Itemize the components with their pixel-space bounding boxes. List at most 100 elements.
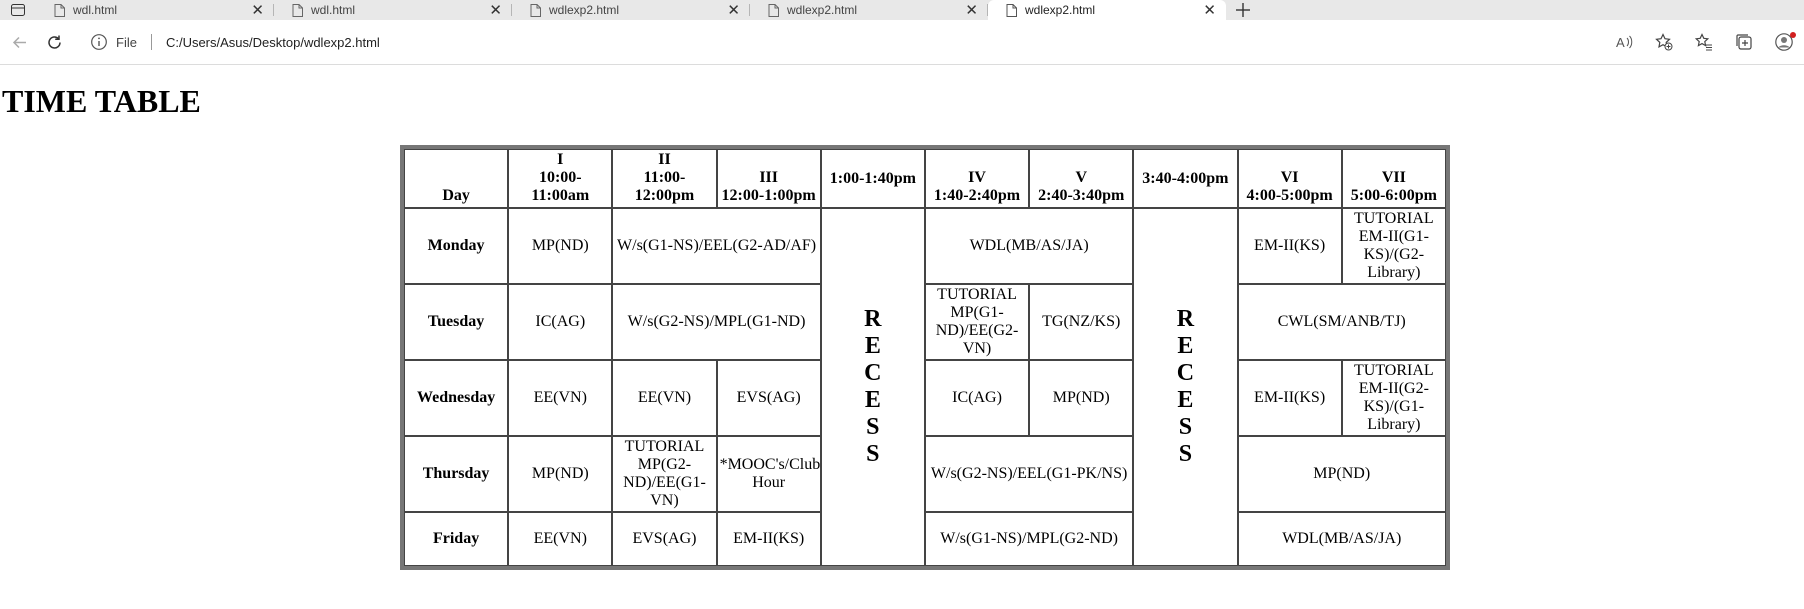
- back-arrow-icon: [12, 36, 26, 48]
- period-number: V: [1075, 169, 1087, 186]
- lecture-cell: W/s(G1-NS)/MPL(G2-ND): [924, 512, 1134, 566]
- back-button[interactable]: [3, 26, 35, 58]
- url-field[interactable]: File C:/Users/Asus/Desktop/wdlexp2.html: [90, 27, 380, 57]
- day-cell: Wednesday: [404, 360, 509, 436]
- lecture-cell: EVS(AG): [716, 360, 821, 436]
- close-tab-icon[interactable]: ✕: [1203, 3, 1216, 18]
- lecture-cell: EM-II(KS): [1237, 360, 1342, 436]
- tab-label: wdlexp2.html: [549, 3, 620, 17]
- close-tab-icon[interactable]: ✕: [251, 3, 264, 18]
- notification-dot: [1790, 32, 1796, 38]
- header-row: Day I 10:00-11:00am II 11:00-12:00pm III 12…: [404, 149, 1446, 208]
- url-text[interactable]: C:/Users/Asus/Desktop/wdlexp2.html: [166, 35, 380, 50]
- lecture-cell: TUTORIAL EM-II(G2-KS)/(G1-Library): [1341, 360, 1446, 436]
- period-time: 12:00-1:00pm: [721, 187, 816, 204]
- lecture-cell: EM-II(KS): [716, 512, 821, 566]
- day-cell: Thursday: [404, 436, 509, 512]
- header-break-2: 3:40-4:00pm: [1133, 149, 1238, 208]
- header-period-1: I 10:00-11:00am: [508, 149, 613, 208]
- header-period-5: V 2:40-3:40pm: [1029, 149, 1134, 208]
- lecture-cell: EVS(AG): [612, 512, 717, 566]
- close-tab-icon[interactable]: ✕: [727, 3, 740, 18]
- header-period-2: II 11:00-12:00pm: [612, 149, 717, 208]
- recess-label: RECESS: [864, 306, 882, 467]
- tab-label: wdl.html: [73, 3, 118, 17]
- lecture-cell: WDL(MB/AS/JA): [924, 208, 1134, 284]
- collections-button[interactable]: [1728, 26, 1760, 58]
- lecture-cell: MP(ND): [1237, 436, 1446, 512]
- lecture-cell: TG(NZ/KS): [1029, 284, 1134, 360]
- lecture-cell: EM-II(KS): [1237, 208, 1342, 284]
- header-period-4: IV 1:40-2:40pm: [924, 149, 1030, 208]
- plus-icon: [1236, 3, 1250, 17]
- browser-tab[interactable]: wdl.html ✕: [274, 0, 512, 20]
- lecture-cell: IC(AG): [508, 284, 613, 360]
- header-break-1: 1:00-1:40pm: [820, 149, 925, 208]
- document-icon: [1006, 3, 1017, 17]
- divider: [150, 34, 152, 50]
- tab-label: wdl.html: [311, 3, 356, 17]
- document-icon: [530, 3, 541, 17]
- reload-button[interactable]: [38, 26, 70, 58]
- collections-icon: [1736, 34, 1752, 50]
- recess-cell-1: RECESS: [820, 208, 925, 566]
- lecture-cell: IC(AG): [924, 360, 1030, 436]
- close-tab-icon[interactable]: ✕: [489, 3, 502, 18]
- lecture-cell: *MOOC's/Club Hour: [716, 436, 821, 512]
- read-aloud-icon: A: [1616, 35, 1633, 50]
- timetable-container: Day I 10:00-11:00am II 11:00-12:00pm III 12…: [400, 145, 1450, 570]
- row-monday: Monday MP(ND) W/s(G1-NS)/EEL(G2-AD/AF) R…: [404, 208, 1446, 566]
- day-cell: Monday: [404, 208, 509, 284]
- period-number: VII: [1381, 169, 1406, 186]
- header-day: Day: [404, 149, 509, 208]
- favorites-list-icon: [1695, 33, 1712, 51]
- browser-tab[interactable]: wdlexp2.html ✕: [750, 0, 988, 20]
- browser-tab[interactable]: wdlexp2.html ✕: [512, 0, 750, 20]
- tab-strip: wdl.html ✕ wdl.html ✕ wdlexp2.html ✕ wdl…: [0, 0, 1804, 20]
- period-time: 5:00-6:00pm: [1350, 187, 1437, 204]
- header-period-3: III 12:00-1:00pm: [716, 149, 821, 208]
- recess-cell-2: RECESS: [1133, 208, 1238, 566]
- browser-tab-active[interactable]: wdlexp2.html ✕: [988, 0, 1226, 20]
- favorites-button[interactable]: [1688, 26, 1720, 58]
- favorite-add-button[interactable]: [1648, 26, 1680, 58]
- row-thursday: Thursday MP(ND) TUTORIAL MP(G2-ND)/EE(G1…: [404, 436, 1446, 512]
- tab-actions-button[interactable]: [0, 0, 36, 20]
- tab-actions-icon: [11, 4, 25, 16]
- lecture-cell: EE(VN): [508, 512, 613, 566]
- lecture-cell: TUTORIAL MP(G1-ND)/EE(G2-VN): [924, 284, 1030, 360]
- tab-label: wdlexp2.html: [1025, 3, 1096, 17]
- lecture-cell: W/s(G1-NS)/EEL(G2-AD/AF): [612, 208, 821, 284]
- lecture-cell: MP(ND): [1029, 360, 1134, 436]
- lecture-cell: MP(ND): [508, 208, 613, 284]
- toolbar-right: A: [1608, 26, 1800, 58]
- close-tab-icon[interactable]: ✕: [965, 3, 978, 18]
- lecture-cell: EE(VN): [612, 360, 717, 436]
- new-tab-button[interactable]: [1226, 0, 1260, 20]
- row-tuesday: Tuesday IC(AG) W/s(G2-NS)/MPL(G1-ND) TUT…: [404, 284, 1446, 360]
- recess-label: RECESS: [1176, 306, 1195, 467]
- period-number: II: [658, 151, 671, 168]
- timetable: Day I 10:00-11:00am II 11:00-12:00pm III 12…: [400, 145, 1450, 570]
- period-time: 4:00-5:00pm: [1246, 187, 1333, 204]
- header-period-6: VI 4:00-5:00pm: [1237, 149, 1342, 208]
- profile-button[interactable]: [1768, 26, 1800, 58]
- lecture-cell: EE(VN): [508, 360, 613, 436]
- document-icon: [768, 3, 779, 17]
- period-number: IV: [968, 169, 986, 186]
- day-cell: Friday: [404, 512, 509, 566]
- row-friday: Friday EE(VN) EVS(AG) EM-II(KS) W/s(G1-N…: [404, 512, 1446, 566]
- svg-text:A: A: [1616, 35, 1625, 50]
- document-icon: [292, 3, 303, 17]
- tab-label: wdlexp2.html: [787, 3, 858, 17]
- document-icon: [54, 3, 65, 17]
- star-plus-icon: [1655, 33, 1673, 51]
- period-time: 10:00-11:00am: [531, 169, 590, 204]
- browser-tab[interactable]: wdl.html ✕: [36, 0, 274, 20]
- lecture-cell: TUTORIAL EM-II(G1-KS)/(G2-Library): [1341, 208, 1446, 284]
- info-icon[interactable]: [90, 33, 108, 51]
- period-time: 11:00-12:00pm: [634, 169, 695, 204]
- lecture-cell: MP(ND): [508, 436, 613, 512]
- lecture-cell: CWL(SM/ANB/TJ): [1237, 284, 1446, 360]
- read-aloud-button[interactable]: A: [1608, 26, 1640, 58]
